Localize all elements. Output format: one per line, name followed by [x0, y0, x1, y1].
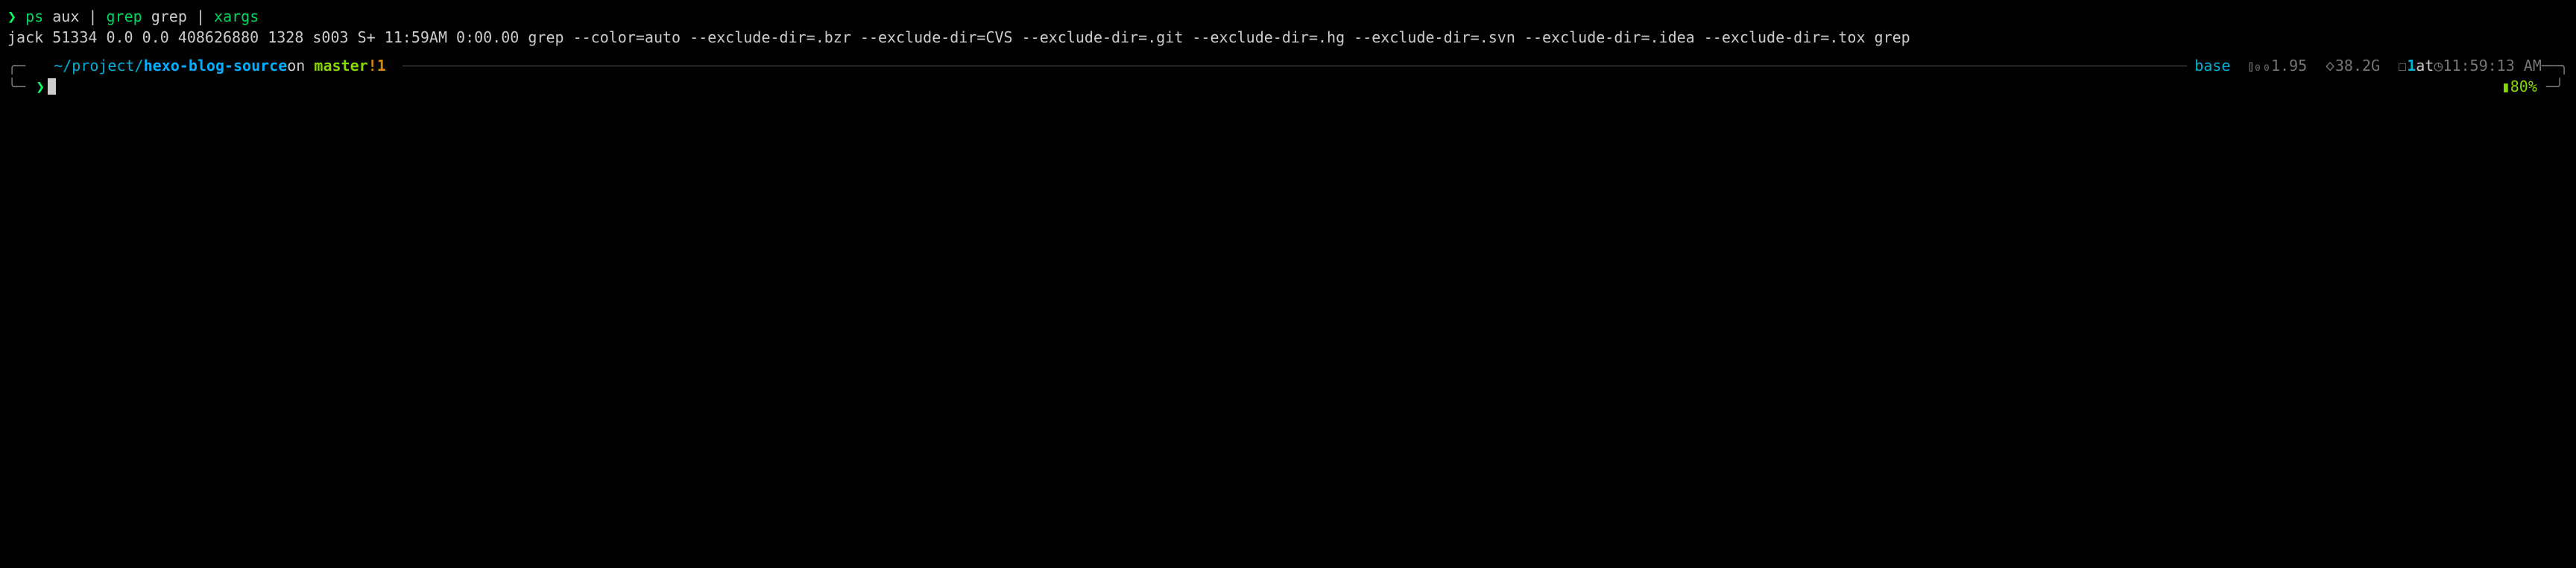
jobs-icon: ☐ [2398, 55, 2407, 76]
jobs-value: 1 [2407, 55, 2416, 76]
branch-name: master [314, 55, 367, 76]
cpu-icon: ⫾₀₀ [2248, 55, 2270, 76]
prompt-symbol: ❯ [7, 6, 16, 27]
conda-env: base [2194, 55, 2230, 76]
status-bar: ╭─ ~/project/hexo-blog-source on master … [7, 55, 2569, 97]
pipe-2: | [196, 6, 205, 27]
at-text: at [2416, 55, 2434, 76]
cmd-grep1: grep [107, 6, 142, 27]
time-value: 11:59:13 AM [2443, 55, 2541, 76]
cmd-ps: ps [25, 6, 43, 27]
path-prefix: ~/project/ [54, 55, 143, 76]
git-dirty: !1 [368, 55, 386, 76]
cmd-aux: aux [52, 6, 79, 27]
pipe-1: | [88, 6, 97, 27]
bracket-top-right: ─╮ [2551, 55, 2569, 76]
cursor[interactable] [48, 78, 56, 95]
cpu-value: 1.95 [2271, 55, 2307, 76]
path-project: hexo-blog-source [144, 55, 288, 76]
memory-value: 38.2G [2335, 55, 2380, 76]
dash-end: ─ [2542, 55, 2551, 76]
clock-icon: ◷ [2434, 55, 2443, 76]
cmd-xargs: xargs [214, 6, 259, 27]
battery-value: 80% [2510, 76, 2537, 97]
bracket-bottom-left: ╰─ [7, 76, 25, 97]
bracket-top-left: ╭─ [7, 55, 25, 76]
battery-icon: ▮ [2501, 76, 2510, 97]
bracket-bottom-right: ─╯ [2546, 76, 2564, 97]
on-text: on [287, 55, 305, 76]
prompt-symbol-2: ❯ [36, 76, 45, 97]
cmd-grep-arg: grep [151, 6, 187, 27]
memory-icon: 🝔 [2325, 55, 2335, 76]
command-output: jack 51334 0.0 0.0 408626880 1328 s003 S… [7, 27, 2569, 48]
command-line: ❯ ps aux | grep grep | xargs [7, 6, 2569, 27]
